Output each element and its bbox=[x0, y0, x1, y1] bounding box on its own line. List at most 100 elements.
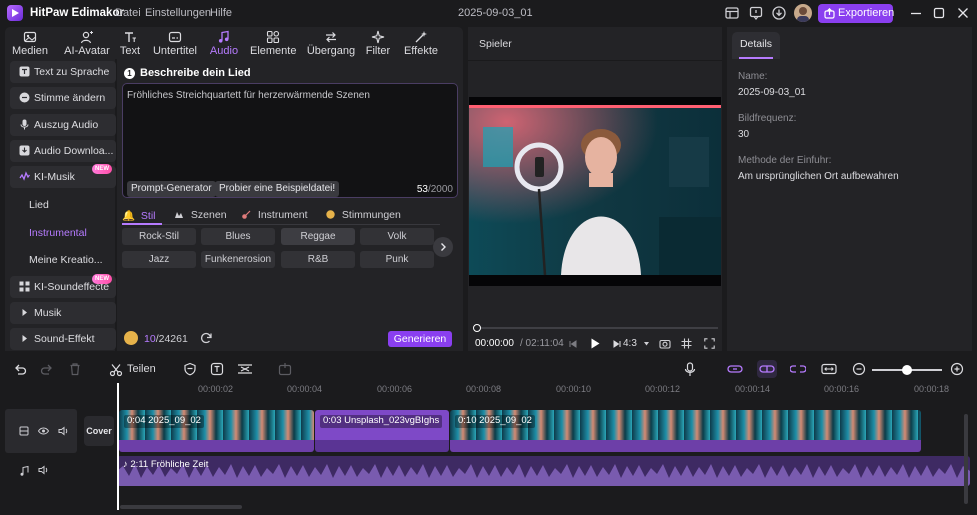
tab-text[interactable]: Text bbox=[116, 27, 144, 59]
minimize-icon[interactable] bbox=[908, 5, 924, 21]
ripple-icon[interactable] bbox=[790, 363, 806, 375]
video-clip[interactable]: 0:10 2025_09_02 bbox=[450, 410, 921, 452]
camera-icon[interactable] bbox=[659, 338, 671, 349]
microphone-icon[interactable] bbox=[683, 362, 697, 377]
time-ruler[interactable]: 00:00:02 00:00:04 00:00:06 00:00:08 00:0… bbox=[117, 381, 972, 399]
microphone-icon bbox=[20, 119, 29, 130]
export-button[interactable]: Exportieren bbox=[818, 4, 894, 23]
eye-icon[interactable] bbox=[38, 426, 49, 436]
shield-icon[interactable] bbox=[183, 362, 197, 376]
scissors-icon[interactable] bbox=[109, 363, 123, 377]
tab-audio[interactable]: Audio bbox=[206, 27, 242, 59]
split-label[interactable]: Teilen bbox=[127, 363, 156, 375]
next-chips-button[interactable] bbox=[433, 237, 453, 257]
detach-audio-icon[interactable] bbox=[237, 362, 253, 376]
magnet-link-icon[interactable] bbox=[727, 363, 743, 375]
feedback-icon[interactable] bbox=[748, 5, 764, 21]
tab-scenes[interactable]: Szenen bbox=[174, 209, 227, 221]
layout-icon[interactable] bbox=[724, 5, 740, 21]
vertical-scrollbar[interactable] bbox=[964, 414, 968, 504]
credit-count: 10/24261 bbox=[144, 333, 188, 345]
chip-blues[interactable]: Blues bbox=[201, 228, 275, 245]
zoom-out-icon[interactable] bbox=[852, 362, 866, 376]
fullscreen-icon[interactable] bbox=[704, 338, 715, 349]
tab-instrument[interactable]: Instrument bbox=[241, 209, 308, 221]
tab-details[interactable]: Details bbox=[732, 32, 780, 59]
zoom-slider-handle[interactable] bbox=[902, 365, 912, 375]
chip-punk[interactable]: Punk bbox=[360, 251, 434, 268]
speaker-icon[interactable] bbox=[38, 465, 49, 475]
add-track-icon[interactable] bbox=[278, 362, 292, 376]
menu-file[interactable]: Datei bbox=[115, 7, 141, 19]
snap-toggle[interactable] bbox=[757, 360, 777, 378]
menu-help[interactable]: Hilfe bbox=[210, 7, 232, 19]
chip-rock[interactable]: Rock-Stil bbox=[122, 228, 196, 245]
previous-frame-icon[interactable] bbox=[568, 339, 578, 349]
music-clip-label: ♪ 2:11 Fröhliche Zeit bbox=[123, 459, 209, 470]
horizontal-scrollbar[interactable] bbox=[120, 505, 242, 509]
tab-moods[interactable]: Stimmungen bbox=[326, 209, 401, 221]
sidebar-item-voice-change[interactable]: Stimme ändern bbox=[10, 87, 116, 109]
speaker-icon[interactable] bbox=[58, 426, 69, 436]
sidebar-item-sound-effect[interactable]: Sound-Effekt bbox=[10, 328, 116, 350]
example-file-button[interactable]: Probier eine Beispieldatei! bbox=[215, 181, 340, 197]
tab-effects[interactable]: Effekte bbox=[401, 27, 441, 59]
menu-settings[interactable]: Einstellungen bbox=[145, 7, 211, 19]
tab-subtitle[interactable]: Untertitel bbox=[151, 27, 199, 59]
sidebar-subitem-my-creations[interactable]: Meine Kreatio... bbox=[29, 254, 103, 266]
tick-label: 00:00:06 bbox=[377, 384, 413, 394]
film-icon[interactable] bbox=[19, 426, 29, 436]
text-box-icon[interactable] bbox=[210, 362, 224, 376]
delete-icon[interactable] bbox=[68, 362, 82, 376]
sidebar-item-text-to-speech[interactable]: Text zu Sprache bbox=[10, 61, 116, 83]
redo-icon[interactable] bbox=[40, 362, 54, 376]
prompt-generator-button[interactable]: Prompt-Generator bbox=[127, 181, 216, 197]
undo-icon[interactable] bbox=[13, 362, 27, 376]
maximize-icon[interactable] bbox=[931, 5, 947, 21]
sidebar-subitem-instrumental[interactable]: Instrumental bbox=[29, 227, 87, 239]
tab-ai-avatar[interactable]: AI-Avatar bbox=[59, 27, 115, 59]
zoom-in-icon[interactable] bbox=[950, 362, 964, 376]
chip-jazz[interactable]: Jazz bbox=[122, 251, 196, 268]
music-note-icon[interactable] bbox=[19, 465, 31, 477]
tab-media[interactable]: Medien bbox=[8, 27, 52, 59]
cover-button[interactable]: Cover bbox=[84, 416, 114, 446]
music-clip[interactable]: ♪ 2:11 Fröhliche Zeit bbox=[117, 456, 970, 486]
grid-icon[interactable] bbox=[681, 338, 692, 349]
download-icon[interactable] bbox=[771, 5, 787, 21]
name-value: 2025-09-03_01 bbox=[738, 87, 806, 98]
tab-elements[interactable]: Elemente bbox=[250, 27, 296, 59]
sidebar-item-extract-audio[interactable]: Auszug Audio bbox=[10, 114, 116, 136]
sidebar-item-audio-download[interactable]: Audio Downloa... bbox=[10, 140, 116, 162]
close-icon[interactable] bbox=[955, 5, 971, 21]
fit-timeline-icon[interactable] bbox=[821, 363, 837, 375]
refresh-icon[interactable] bbox=[199, 331, 213, 345]
playhead[interactable] bbox=[117, 383, 119, 510]
aspect-ratio-select[interactable]: 4:3 bbox=[623, 338, 637, 349]
next-frame-icon[interactable] bbox=[612, 339, 622, 349]
video-clip[interactable]: 0:04 2025_09_02 bbox=[119, 410, 314, 452]
generate-button[interactable]: Generieren bbox=[388, 331, 452, 347]
sidebar-item-ai-music[interactable]: KI-Musik NEW bbox=[10, 164, 116, 188]
sidebar-item-ai-sound-effects[interactable]: KI-Soundeffecte NEW bbox=[10, 274, 116, 298]
chip-folk[interactable]: Volk bbox=[360, 228, 434, 245]
play-icon[interactable] bbox=[589, 337, 601, 350]
progress-track[interactable] bbox=[476, 327, 718, 329]
ai-music-panel: 1 Beschreibe dein Lied Fröhliches Streic… bbox=[117, 59, 463, 351]
tab-transition[interactable]: Übergang bbox=[305, 27, 357, 59]
tab-filter[interactable]: Filter bbox=[362, 27, 394, 59]
video-clip[interactable]: 0:03 Unsplash_023vgBIghs bbox=[315, 410, 449, 452]
chip-funk[interactable]: Funkenerosion bbox=[201, 251, 275, 268]
chip-rnb[interactable]: R&B bbox=[281, 251, 355, 268]
sidebar-item-music[interactable]: Musik bbox=[10, 302, 116, 324]
tab-label: Stil bbox=[140, 210, 156, 222]
video-preview[interactable] bbox=[469, 97, 721, 286]
prompt-textarea[interactable]: Fröhliches Streichquartett für herzerwär… bbox=[122, 83, 458, 198]
sidebar-item-label: Stimme ändern bbox=[34, 92, 106, 104]
sidebar-subitem-song[interactable]: Lied bbox=[29, 199, 49, 211]
clip-waveform bbox=[315, 440, 449, 452]
tab-style[interactable]: 🔔 Stil bbox=[122, 209, 156, 222]
progress-handle[interactable] bbox=[473, 324, 481, 332]
chip-reggae[interactable]: Reggae bbox=[281, 228, 355, 245]
avatar[interactable] bbox=[794, 4, 812, 22]
